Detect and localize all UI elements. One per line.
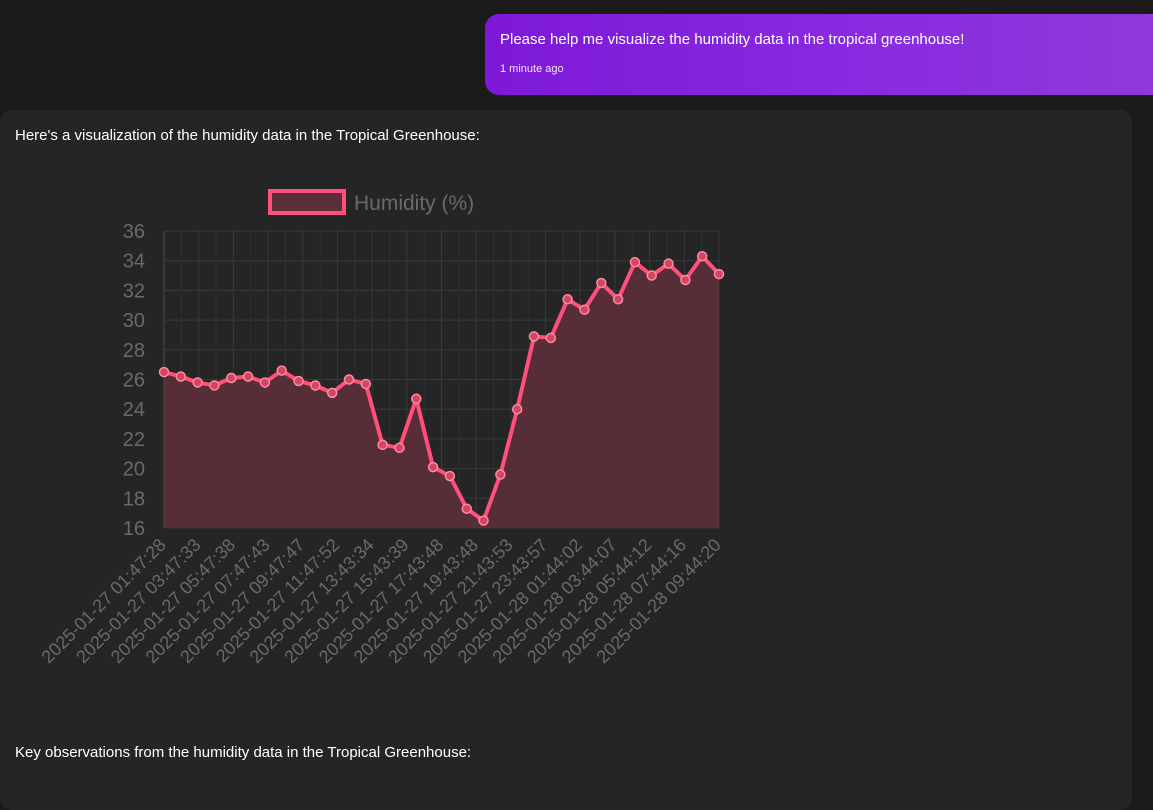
y-tick-label: 22	[123, 429, 145, 451]
humidity-data-point	[293, 375, 304, 387]
humidity-data-point	[528, 331, 540, 342]
humidity-data-point	[360, 378, 372, 390]
humidity-data-point	[343, 374, 355, 385]
humidity-data-point	[579, 304, 590, 315]
humidity-data-point	[226, 372, 237, 384]
humidity-line-chart: 16182022242628303234362025-01-27 01:47:2…	[37, 189, 725, 667]
y-tick-label: 18	[123, 488, 145, 510]
humidity-data-point	[495, 469, 506, 480]
humidity-data-point	[209, 380, 220, 391]
humidity-data-point	[310, 380, 321, 391]
humidity-data-point	[478, 515, 489, 526]
humidity-data-point	[175, 371, 187, 382]
humidity-data-point	[713, 268, 725, 280]
y-tick-label: 16	[123, 518, 145, 540]
humidity-data-point	[242, 371, 254, 382]
humidity-data-point	[259, 377, 271, 388]
humidity-data-point	[158, 366, 170, 378]
y-tick-label: 32	[123, 280, 145, 302]
humidity-data-point	[663, 258, 674, 269]
humidity-data-point	[326, 387, 338, 399]
humidity-data-point	[545, 332, 557, 344]
humidity-data-point	[612, 294, 624, 305]
y-tick-label: 36	[123, 221, 145, 243]
humidity-data-point	[411, 393, 422, 405]
humidity-data-point	[511, 403, 523, 415]
humidity-data-point	[596, 277, 607, 289]
legend-swatch	[268, 189, 346, 215]
y-tick-label: 30	[123, 310, 145, 332]
y-tick-label: 26	[123, 370, 145, 392]
legend: Humidity (%)	[268, 189, 474, 215]
y-tick-label: 20	[123, 459, 145, 481]
humidity-data-point	[629, 256, 641, 268]
humidity-data-point	[377, 439, 388, 451]
humidity-data-point	[444, 470, 456, 482]
humidity-data-point	[680, 274, 691, 286]
y-tick-label: 24	[123, 399, 145, 421]
humidity-data-point	[562, 294, 573, 305]
humidity-data-point	[427, 461, 439, 473]
assistant-observations-heading: Key observations from the humidity data …	[15, 744, 472, 761]
y-tick-label: 34	[123, 251, 145, 273]
y-tick-label: 28	[123, 340, 145, 362]
humidity-data-point	[646, 270, 657, 281]
legend-label: Humidity (%)	[354, 192, 474, 215]
humidity-data-point	[696, 250, 708, 262]
humidity-data-point	[394, 442, 405, 454]
humidity-data-point	[461, 503, 472, 514]
humidity-data-point	[276, 365, 287, 376]
humidity-data-point	[192, 377, 203, 388]
